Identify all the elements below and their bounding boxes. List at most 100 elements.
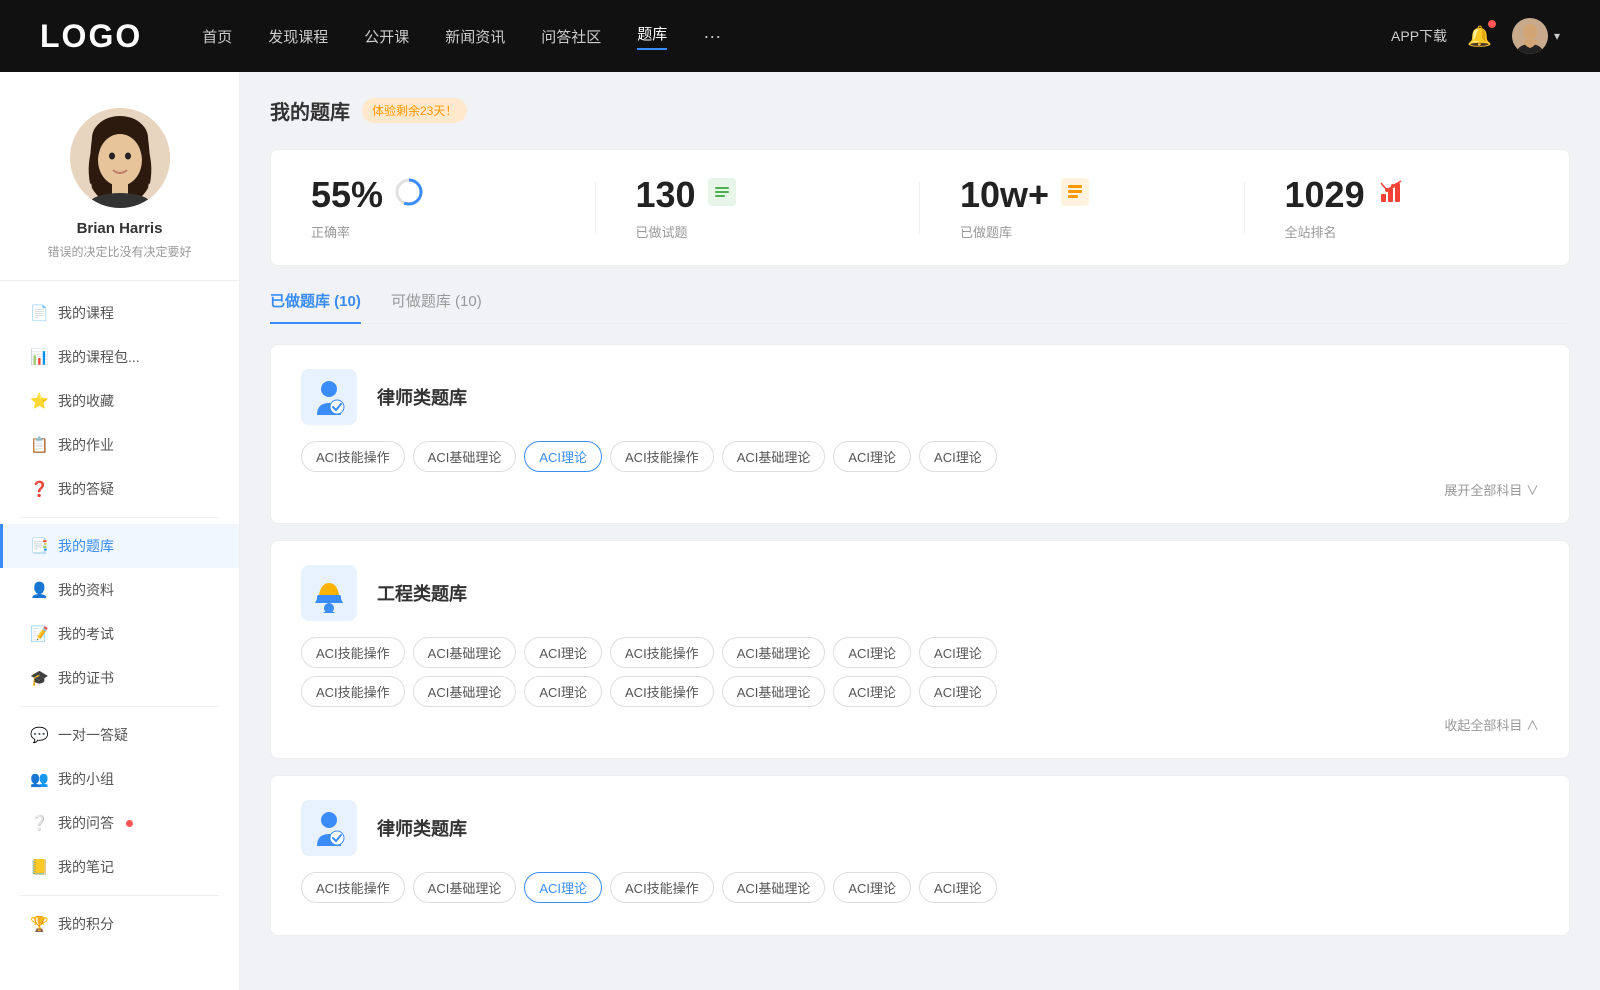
stat-done-questions: 130 已做试题 xyxy=(596,174,921,241)
sidebar-item-courses[interactable]: 📄 我的课程 xyxy=(0,291,239,335)
sidebar-item-profile[interactable]: 👤 我的资料 xyxy=(0,568,239,612)
profile-avatar xyxy=(70,108,170,208)
sidebar-item-group[interactable]: 👥 我的小组 xyxy=(0,757,239,801)
eng-tag-r2-4[interactable]: ACI基础理论 xyxy=(722,676,826,707)
page-title: 我的题库 xyxy=(270,96,350,125)
bank-card-engineering: 工程类题库 ACI技能操作 ACI基础理论 ACI理论 ACI技能操作 ACI基… xyxy=(270,540,1570,759)
sidebar-item-exam[interactable]: 📝 我的考试 xyxy=(0,612,239,656)
nav-discover[interactable]: 发现课程 xyxy=(268,26,328,47)
main-content: 我的题库 体验剩余23天！ 55% 正确率 13 xyxy=(240,72,1600,990)
stat-done-questions-value: 130 xyxy=(636,174,696,216)
sidebar-item-favorites[interactable]: ⭐ 我的收藏 xyxy=(0,379,239,423)
menu-divider-3 xyxy=(20,895,219,896)
sidebar-item-1on1[interactable]: 💬 一对一答疑 xyxy=(0,713,239,757)
homework-icon: 📋 xyxy=(30,436,48,454)
page-layout: Brian Harris 错误的决定比没有决定要好 📄 我的课程 📊 我的课程包… xyxy=(0,72,1600,990)
tag-6[interactable]: ACI理论 xyxy=(919,441,997,472)
app-download-button[interactable]: APP下载 xyxy=(1391,26,1447,46)
sidebar-item-questionbank[interactable]: 📑 我的题库 xyxy=(0,524,239,568)
bank-name-engineering: 工程类题库 xyxy=(377,580,467,606)
logo[interactable]: LOGO xyxy=(40,18,142,55)
courses-icon: 📄 xyxy=(30,304,48,322)
1on1-icon: 💬 xyxy=(30,726,48,744)
l2-tag-3[interactable]: ACI技能操作 xyxy=(610,872,714,903)
tab-available-banks[interactable]: 可做题库 (10) xyxy=(391,290,482,323)
sidebar-item-exam-label: 我的考试 xyxy=(58,624,114,644)
eng-tag-r1-4[interactable]: ACI基础理论 xyxy=(722,637,826,668)
l2-tag-6[interactable]: ACI理论 xyxy=(919,872,997,903)
nav-qa[interactable]: 问答社区 xyxy=(541,26,601,47)
group-icon: 👥 xyxy=(30,770,48,788)
expand-link-lawyer[interactable]: 展开全部科目 ∨ xyxy=(301,480,1539,499)
nav-questionbank[interactable]: 题库 xyxy=(637,23,667,50)
stat-done-questions-label: 已做试题 xyxy=(636,222,688,241)
sidebar-item-homework[interactable]: 📋 我的作业 xyxy=(0,423,239,467)
sidebar-item-certificate[interactable]: 🎓 我的证书 xyxy=(0,656,239,700)
tag-0[interactable]: ACI技能操作 xyxy=(301,441,405,472)
sidebar-menu: 📄 我的课程 📊 我的课程包... ⭐ 我的收藏 📋 我的作业 ❓ 我的答疑 � xyxy=(0,281,239,956)
tab-done-banks[interactable]: 已做题库 (10) xyxy=(270,290,361,323)
certificate-icon: 🎓 xyxy=(30,669,48,687)
menu-divider-2 xyxy=(20,706,219,707)
eng-tag-r1-3[interactable]: ACI技能操作 xyxy=(610,637,714,668)
navbar-right: APP下载 🔔 ▾ xyxy=(1391,18,1560,54)
sidebar-item-points[interactable]: 🏆 我的积分 xyxy=(0,902,239,946)
l2-tag-1[interactable]: ACI基础理论 xyxy=(413,872,517,903)
notification-badge xyxy=(1488,20,1496,28)
nav-opencourse[interactable]: 公开课 xyxy=(364,26,409,47)
profile-icon: 👤 xyxy=(30,581,48,599)
myqa-icon: ❔ xyxy=(30,814,48,832)
eng-tag-r2-3[interactable]: ACI技能操作 xyxy=(610,676,714,707)
tag-5[interactable]: ACI理论 xyxy=(833,441,911,472)
sidebar-item-coursepack[interactable]: 📊 我的课程包... xyxy=(0,335,239,379)
eng-tag-r2-5[interactable]: ACI理论 xyxy=(833,676,911,707)
tag-4[interactable]: ACI基础理论 xyxy=(722,441,826,472)
notification-bell[interactable]: 🔔 xyxy=(1467,24,1492,49)
l2-tag-4[interactable]: ACI基础理论 xyxy=(722,872,826,903)
stat-ranking-value: 1029 xyxy=(1285,174,1365,216)
nav-home[interactable]: 首页 xyxy=(202,26,232,47)
eng-tag-r1-1[interactable]: ACI基础理论 xyxy=(413,637,517,668)
tag-2[interactable]: ACI理论 xyxy=(524,441,602,472)
user-avatar-dropdown[interactable]: ▾ xyxy=(1512,18,1560,54)
sidebar-item-qa-label: 我的答疑 xyxy=(58,479,114,499)
eng-tag-r2-6[interactable]: ACI理论 xyxy=(919,676,997,707)
sidebar-item-group-label: 我的小组 xyxy=(58,769,114,789)
questionbank-icon: 📑 xyxy=(30,537,48,555)
bank-icon-lawyer2 xyxy=(301,800,357,856)
collapse-link-engineering[interactable]: 收起全部科目 ∧ xyxy=(301,715,1539,734)
l2-tag-2[interactable]: ACI理论 xyxy=(524,872,602,903)
eng-tag-r1-6[interactable]: ACI理论 xyxy=(919,637,997,668)
eng-tag-r1-2[interactable]: ACI理论 xyxy=(524,637,602,668)
sidebar-item-profile-label: 我的资料 xyxy=(58,580,114,600)
eng-tag-r2-1[interactable]: ACI基础理论 xyxy=(413,676,517,707)
sidebar-item-points-label: 我的积分 xyxy=(58,914,114,934)
nav-news[interactable]: 新闻资讯 xyxy=(445,26,505,47)
l2-tag-0[interactable]: ACI技能操作 xyxy=(301,872,405,903)
stat-accuracy-value: 55% xyxy=(311,174,383,216)
exam-icon: 📝 xyxy=(30,625,48,643)
stat-accuracy: 55% 正确率 xyxy=(271,174,596,241)
book-icon xyxy=(1061,178,1089,213)
page-header: 我的题库 体验剩余23天！ xyxy=(270,96,1570,125)
profile-name: Brian Harris xyxy=(77,220,163,237)
nav-more[interactable]: ··· xyxy=(703,26,721,47)
sidebar-item-notes[interactable]: 📒 我的笔记 xyxy=(0,845,239,889)
eng-tag-r1-5[interactable]: ACI理论 xyxy=(833,637,911,668)
tag-3[interactable]: ACI技能操作 xyxy=(610,441,714,472)
stat-done-banks-label: 已做题库 xyxy=(960,222,1012,241)
eng-tag-r2-0[interactable]: ACI技能操作 xyxy=(301,676,405,707)
sidebar-item-myqa-label: 我的问答 xyxy=(58,813,114,833)
bank-tags-engineering-row1: ACI技能操作 ACI基础理论 ACI理论 ACI技能操作 ACI基础理论 AC… xyxy=(301,637,1539,668)
sidebar-item-myqa[interactable]: ❔ 我的问答 xyxy=(0,801,239,845)
bank-tags-lawyer2: ACI技能操作 ACI基础理论 ACI理论 ACI技能操作 ACI基础理论 AC… xyxy=(301,872,1539,903)
eng-tag-r1-0[interactable]: ACI技能操作 xyxy=(301,637,405,668)
l2-tag-5[interactable]: ACI理论 xyxy=(833,872,911,903)
eng-tag-r2-2[interactable]: ACI理论 xyxy=(524,676,602,707)
sidebar-profile: Brian Harris 错误的决定比没有决定要好 xyxy=(0,72,239,281)
bank-name-lawyer: 律师类题库 xyxy=(377,384,467,410)
coursepack-icon: 📊 xyxy=(30,348,48,366)
avatar xyxy=(1512,18,1548,54)
tag-1[interactable]: ACI基础理论 xyxy=(413,441,517,472)
sidebar-item-qa[interactable]: ❓ 我的答疑 xyxy=(0,467,239,511)
